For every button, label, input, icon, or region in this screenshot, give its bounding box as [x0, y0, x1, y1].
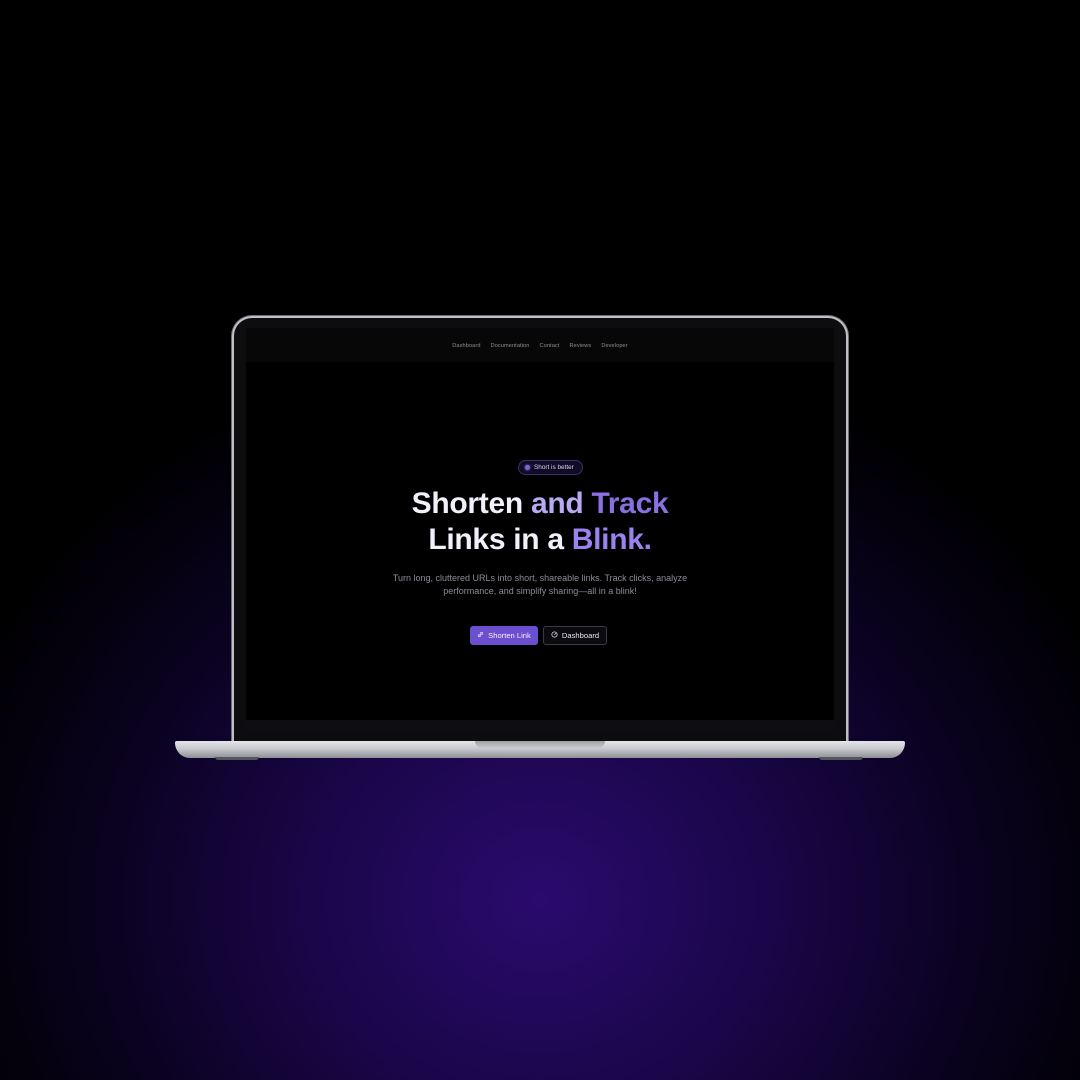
laptop-base-notch [475, 741, 605, 748]
laptop-base [175, 741, 905, 760]
nav-link-developer[interactable]: Developer [601, 343, 627, 349]
badge-label: Short is better [534, 464, 574, 471]
shorten-link-button[interactable]: Shorten Link [470, 626, 538, 645]
headline-words-links-in-a: Links in a [428, 523, 564, 556]
laptop-mockup-scene: Dashboard Documentation Contact Reviews … [0, 0, 1080, 1080]
nav-link-contact[interactable]: Contact [539, 343, 559, 349]
headline-word-and: and [530, 487, 584, 520]
top-navigation: Dashboard Documentation Contact Reviews … [246, 328, 834, 362]
headline-line-1: Shorten and Track [246, 486, 834, 522]
laptop-foot-right [819, 757, 863, 760]
hero-section: Short is better Shorten and Track Links … [246, 362, 834, 712]
headline-word-blink: Blink. [571, 523, 652, 556]
nav-link-reviews[interactable]: Reviews [569, 343, 591, 349]
hero-badge: Short is better [518, 460, 583, 475]
nav-link-documentation[interactable]: Documentation [491, 343, 530, 349]
laptop-screen: Dashboard Documentation Contact Reviews … [246, 328, 834, 732]
laptop-lid: Dashboard Documentation Contact Reviews … [234, 318, 846, 744]
nav-link-dashboard[interactable]: Dashboard [452, 343, 480, 349]
dashboard-button-label: Dashboard [561, 631, 600, 640]
link-icon [477, 631, 484, 640]
screen-bottom-bezel [246, 720, 834, 732]
hero-description: Turn long, cluttered URLs into short, sh… [392, 573, 688, 596]
dashboard-icon [551, 631, 558, 640]
badge-dot-icon [525, 465, 530, 470]
shorten-link-label: Shorten Link [488, 631, 531, 640]
headline-line-2: Links in a Blink. [246, 522, 834, 558]
laptop-foot-left [215, 757, 259, 760]
headline-word-track: Track [591, 487, 669, 520]
dashboard-button[interactable]: Dashboard [543, 626, 607, 645]
hero-headline: Shorten and Track Links in a Blink. [246, 486, 834, 558]
headline-word-shorten: Shorten [411, 487, 524, 520]
